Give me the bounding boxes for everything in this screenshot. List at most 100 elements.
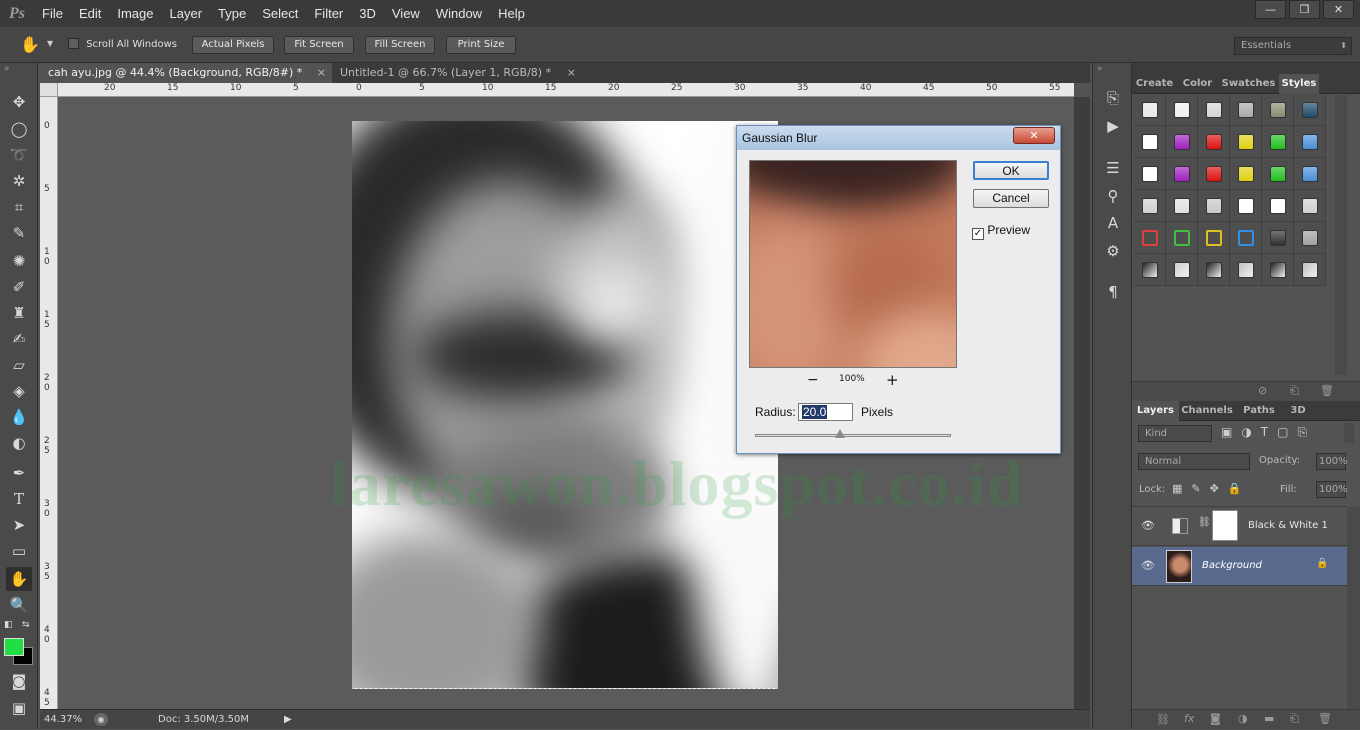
paragraph-icon[interactable]: ¶ xyxy=(1103,282,1123,302)
history-icon[interactable]: ⎘ xyxy=(1103,88,1123,108)
crop-tool-icon[interactable]: ⌗ xyxy=(6,195,32,219)
style-preset[interactable] xyxy=(1294,222,1326,254)
history-brush-tool-icon[interactable]: ✍ xyxy=(6,327,32,351)
move-tool-icon[interactable]: ✥ xyxy=(6,90,32,114)
filter-toggle-icon[interactable] xyxy=(1344,423,1354,443)
ruler-origin[interactable] xyxy=(40,83,58,97)
close-window-button[interactable]: ✕ xyxy=(1323,0,1354,19)
collapse-icon[interactable]: » xyxy=(4,64,10,74)
radius-input[interactable]: 20.0 xyxy=(798,403,853,421)
actions-play-icon[interactable]: ▶ xyxy=(1103,116,1123,136)
tab-untitled-1[interactable]: Untitled-1 @ 66.7% (Layer 1, RGB/8) * × xyxy=(332,63,582,83)
style-preset[interactable] xyxy=(1166,222,1198,254)
eye-icon[interactable]: 👁 xyxy=(1138,559,1158,573)
tab-cah-ayu[interactable]: cah ayu.jpg @ 44.4% (Background, RGB/8#)… xyxy=(40,63,332,83)
blend-mode-select[interactable]: Normal xyxy=(1138,453,1250,470)
document-info-icon[interactable]: ◉ xyxy=(94,713,108,726)
dialog-title[interactable]: Gaussian Blur xyxy=(737,126,1060,150)
marquee-tool-icon[interactable]: ◯ xyxy=(6,117,32,141)
tab-create[interactable]: Create xyxy=(1132,74,1177,94)
healing-brush-tool-icon[interactable]: ✺ xyxy=(6,249,32,273)
menu-image[interactable]: Image xyxy=(109,0,161,27)
style-preset[interactable] xyxy=(1230,94,1262,126)
menu-help[interactable]: Help xyxy=(490,0,533,27)
paint-bucket-tool-icon[interactable]: ◈ xyxy=(6,379,32,403)
style-preset[interactable] xyxy=(1198,254,1230,286)
style-preset[interactable] xyxy=(1262,254,1294,286)
swap-colors-icon[interactable]: ⇆ xyxy=(22,620,30,630)
cancel-button[interactable]: Cancel xyxy=(973,189,1049,208)
blur-tool-icon[interactable]: 💧 xyxy=(6,405,32,429)
checkbox-icon[interactable] xyxy=(68,38,79,49)
tab-paths[interactable]: Paths xyxy=(1235,401,1283,421)
restore-button[interactable]: ❐ xyxy=(1289,0,1320,19)
style-preset[interactable] xyxy=(1294,158,1326,190)
style-preset[interactable] xyxy=(1166,94,1198,126)
style-preset[interactable] xyxy=(1294,126,1326,158)
menu-3d[interactable]: 3D xyxy=(351,0,384,27)
menu-type[interactable]: Type xyxy=(210,0,254,27)
new-group-icon[interactable]: ▬ xyxy=(1264,712,1274,725)
fill-screen-button[interactable]: Fill Screen xyxy=(365,36,435,54)
style-preset[interactable] xyxy=(1294,254,1326,286)
new-adjustment-icon[interactable]: ◑ xyxy=(1238,712,1248,725)
style-preset[interactable] xyxy=(1230,126,1262,158)
layer-mask-thumbnail[interactable] xyxy=(1212,510,1238,541)
shape-tool-icon[interactable]: ▭ xyxy=(6,539,32,563)
checkmark-icon[interactable]: ✓ xyxy=(972,228,984,240)
tool-preset-chevron-icon[interactable]: ▼ xyxy=(47,39,53,48)
clone-source-icon[interactable]: ⚙ xyxy=(1103,241,1123,261)
style-preset[interactable] xyxy=(1230,254,1262,286)
fit-screen-button[interactable]: Fit Screen xyxy=(284,36,354,54)
new-layer-icon[interactable]: ⎗ xyxy=(1290,712,1299,726)
screen-mode-icon[interactable]: ▣ xyxy=(6,696,32,720)
menu-window[interactable]: Window xyxy=(428,0,490,27)
style-preset[interactable] xyxy=(1134,158,1166,190)
hand-tool-icon[interactable]: ✋ xyxy=(6,567,32,591)
print-size-button[interactable]: Print Size xyxy=(446,36,516,54)
brush-presets-icon[interactable]: ⚲ xyxy=(1103,186,1123,206)
style-preset[interactable] xyxy=(1262,158,1294,190)
add-mask-icon[interactable]: ◙ xyxy=(1210,712,1221,725)
scroll-all-windows-checkbox[interactable]: Scroll All Windows xyxy=(68,38,177,50)
style-preset[interactable] xyxy=(1294,190,1326,222)
radius-slider-thumb[interactable] xyxy=(835,429,845,438)
style-preset[interactable] xyxy=(1262,222,1294,254)
zoom-in-button[interactable]: + xyxy=(886,371,899,389)
tab-color[interactable]: Color xyxy=(1177,74,1218,94)
menu-select[interactable]: Select xyxy=(254,0,306,27)
ok-button[interactable]: OK xyxy=(973,161,1049,180)
zoom-tool-icon[interactable]: 🔍 xyxy=(6,593,32,617)
tab-styles[interactable]: Styles xyxy=(1279,74,1319,94)
clear-style-icon[interactable]: ⊘ xyxy=(1258,384,1267,397)
layer-thumbnail[interactable] xyxy=(1166,550,1192,583)
delete-layer-icon[interactable]: 🗑 xyxy=(1318,712,1332,725)
default-colors-icon[interactable]: ◧ xyxy=(4,620,13,630)
minimize-button[interactable]: — xyxy=(1255,0,1286,19)
style-preset[interactable] xyxy=(1166,190,1198,222)
style-preset[interactable] xyxy=(1294,94,1326,126)
status-menu-arrow-icon[interactable]: ▶ xyxy=(284,710,292,730)
menu-layer[interactable]: Layer xyxy=(162,0,211,27)
brush-tool-icon[interactable]: ✐ xyxy=(6,275,32,299)
quick-select-tool-icon[interactable]: ✲ xyxy=(6,169,32,193)
radius-slider-track[interactable] xyxy=(755,434,951,437)
eraser-tool-icon[interactable]: ▱ xyxy=(6,353,32,377)
collapse-icon[interactable]: » xyxy=(1097,64,1103,74)
style-preset[interactable] xyxy=(1262,126,1294,158)
type-tool-icon[interactable]: T xyxy=(6,487,32,511)
style-preset[interactable] xyxy=(1230,158,1262,190)
menu-edit[interactable]: Edit xyxy=(71,0,109,27)
foreground-color-swatch[interactable] xyxy=(4,638,24,656)
menu-file[interactable]: File xyxy=(34,0,71,27)
lasso-tool-icon[interactable]: ➰ xyxy=(6,143,32,167)
new-style-icon[interactable]: ⎗ xyxy=(1290,384,1299,398)
pen-tool-icon[interactable]: ✒ xyxy=(6,461,32,485)
layer-row-background[interactable]: 👁 Background 🔒 xyxy=(1132,547,1347,586)
dodge-tool-icon[interactable]: ◐ xyxy=(6,431,32,455)
style-preset[interactable] xyxy=(1198,158,1230,190)
close-icon[interactable]: × xyxy=(317,63,326,83)
link-icon[interactable]: ⛓ xyxy=(1198,517,1211,528)
style-preset[interactable] xyxy=(1262,190,1294,222)
tab-swatches[interactable]: Swatches xyxy=(1218,74,1279,94)
